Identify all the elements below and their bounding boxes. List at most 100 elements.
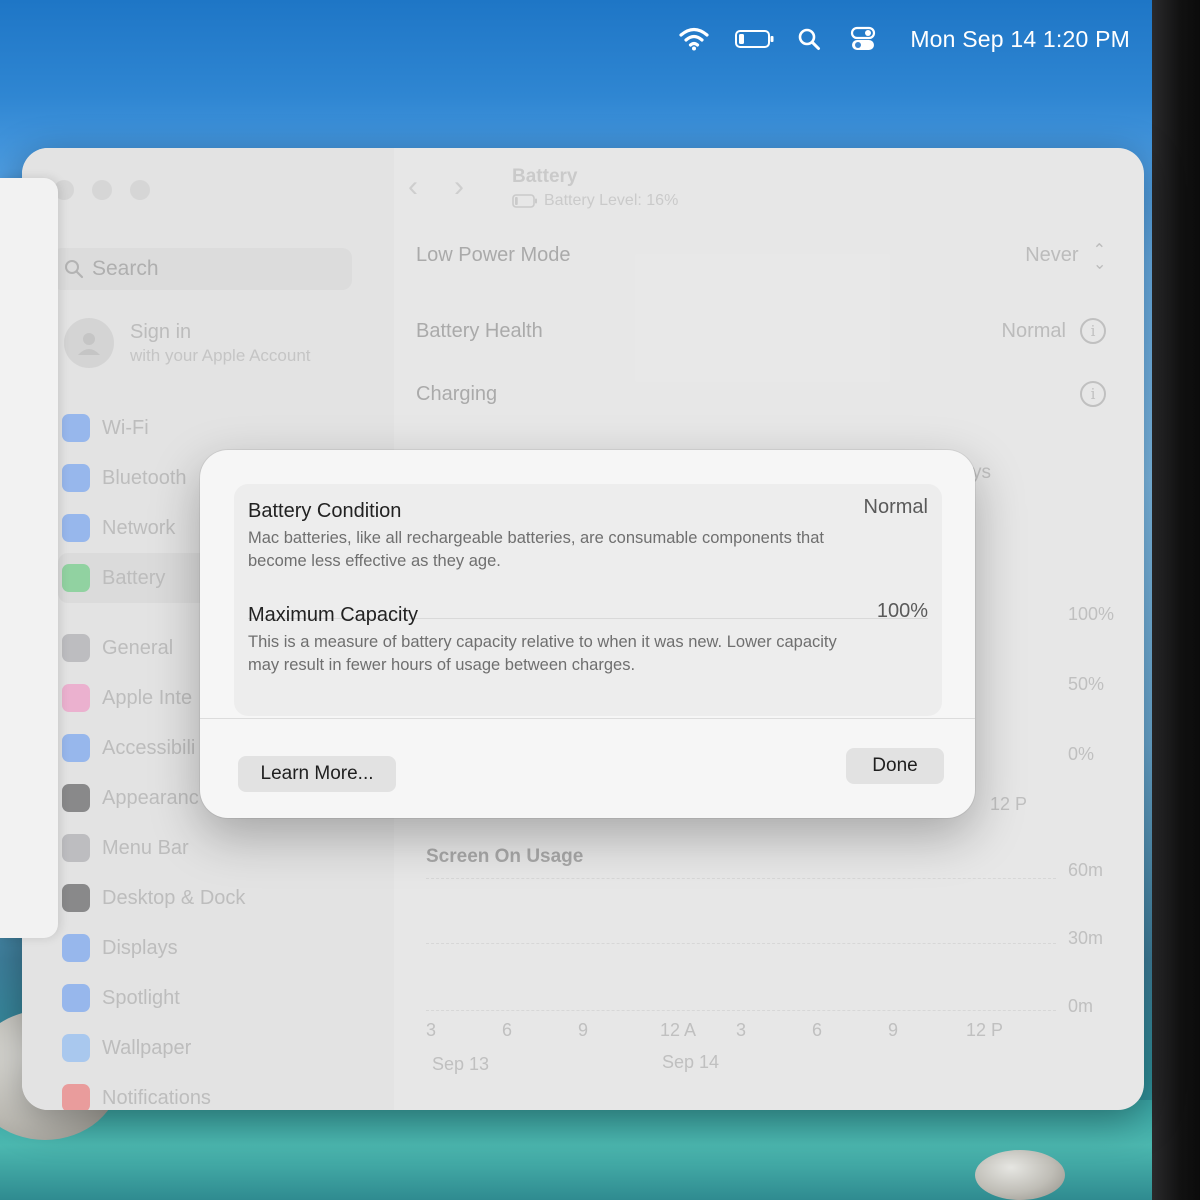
battery-level-text: Battery Level: 16% (544, 192, 679, 209)
pane-title: Battery (512, 166, 578, 187)
bluetooth-icon (62, 464, 90, 492)
sidebar-item-wi-fi[interactable]: Wi-Fi (58, 403, 388, 453)
sidebar-item-wallpaper[interactable]: Wallpaper (58, 1023, 388, 1073)
done-button[interactable]: Done (846, 748, 944, 784)
date-label: Sep 13 (432, 1054, 490, 1074)
x-tick-label: 3 (426, 1020, 437, 1040)
menu-bar: Mon Sep 14 1:20 PM (0, 0, 1160, 78)
x-tick-label: 6 (502, 1020, 513, 1040)
battery-icon[interactable] (732, 19, 778, 59)
sidebar-item-desktop-dock[interactable]: Desktop & Dock (58, 873, 388, 923)
sidebar-item-label: Menu Bar (102, 836, 189, 859)
low-power-mode-value: Never (1025, 244, 1079, 266)
usage-axis-label: 0m (1068, 996, 1094, 1016)
x-tick-label: 3 (736, 1020, 747, 1040)
accessibility-icon (62, 734, 90, 762)
maximum-capacity-label: Maximum Capacity (248, 604, 419, 626)
sidebar-item-label: Notifications (102, 1086, 211, 1109)
battery-details-card: Battery Condition Normal Mac batteries, … (234, 484, 942, 716)
battery-condition-value: Normal (863, 496, 928, 518)
usage-axis-label: 30m (1068, 928, 1104, 948)
sidebar-item-label: Appearanc (102, 786, 199, 809)
low-power-mode-select[interactable]: Never ⌃ ⌃ (1025, 241, 1106, 270)
battery-condition-row: Battery Condition Normal Mac batteries, … (248, 496, 928, 573)
battery-health-label: Battery Health (416, 319, 543, 342)
sidebar-item-notifications[interactable]: Notifications (58, 1073, 388, 1110)
sidebar-item-label: Apple Inte (102, 686, 193, 709)
sidebar-item-label: Accessibili (102, 736, 196, 759)
battery-icon (62, 564, 90, 592)
learn-more-button[interactable]: Learn More... (238, 756, 396, 792)
dock-icon (62, 884, 90, 912)
info-icon[interactable]: i (1080, 381, 1106, 407)
sidebar-item-label: Battery (102, 566, 166, 589)
grid-line (426, 878, 1056, 879)
navigation-arrows: ‹ › (408, 170, 464, 204)
spotlight-icon (62, 984, 90, 1012)
level-axis-label: 0% (1068, 744, 1095, 764)
zoom-button[interactable] (130, 180, 150, 200)
grid-line (426, 943, 1056, 944)
globe-icon (62, 514, 90, 542)
search-icon[interactable] (794, 19, 824, 59)
wifi-icon[interactable] (674, 19, 714, 59)
notifications-icon (62, 1084, 90, 1110)
menu-bar-icon (62, 834, 90, 862)
control-center-icon[interactable] (848, 19, 878, 59)
sun-icon (62, 934, 90, 962)
signin-title: Sign in (130, 320, 192, 343)
low-power-mode-row: Low Power Mode Never ⌃ ⌃ (416, 241, 1106, 270)
sidebar-item-label: Network (102, 516, 176, 539)
sidebar-item-label: Wi-Fi (102, 416, 149, 439)
apple-intelligence-icon (62, 684, 90, 712)
sidebar-item-label: Bluetooth (102, 466, 187, 489)
sidebar-item-label: General (102, 636, 174, 659)
avatar-icon (64, 318, 114, 368)
level-time-label: 12 P (990, 794, 1028, 814)
info-icon[interactable]: i (1080, 318, 1106, 344)
date-label: Sep 14 (662, 1052, 720, 1072)
minimize-button[interactable] (92, 180, 112, 200)
sidebar-item-spotlight[interactable]: Spotlight (58, 973, 388, 1023)
side-panel-edge (0, 178, 58, 938)
menu-bar-clock[interactable]: Mon Sep 14 1:20 PM (910, 26, 1130, 53)
maximum-capacity-description: This is a measure of battery capacity re… (248, 633, 837, 674)
battery-condition-label: Battery Condition (248, 500, 402, 522)
wallpaper-icon (62, 1034, 90, 1062)
appearance-icon (62, 784, 90, 812)
sidebar-item-displays[interactable]: Displays (58, 923, 388, 973)
sidebar-item-label: Displays (102, 936, 178, 959)
maximum-capacity-value: 100% (876, 600, 928, 622)
x-tick-label: 12 A (660, 1020, 697, 1040)
forward-icon[interactable]: › (454, 170, 464, 204)
sidebar-item-label: Desktop & Dock (102, 886, 246, 909)
screen-on-usage-title: Screen On Usage (426, 846, 584, 867)
sidebar-item-menu-bar[interactable]: Menu Bar (58, 823, 388, 873)
battery-health-sheet: Battery Condition Normal Mac batteries, … (200, 450, 975, 818)
search-icon (65, 260, 84, 279)
low-power-mode-label: Low Power Mode (416, 244, 571, 266)
x-tick-label: 9 (578, 1020, 589, 1040)
signin-subtitle: with your Apple Account (130, 345, 311, 365)
battery-health-value: Normal (1001, 319, 1066, 342)
back-icon[interactable]: ‹ (408, 170, 418, 204)
battery-small-icon (512, 194, 537, 208)
apple-account-signin[interactable]: Sign in with your Apple Account (64, 318, 311, 368)
charging-row: Charging i (416, 381, 1106, 407)
usage-axis-label: 60m (1068, 860, 1104, 880)
display-bezel (1152, 0, 1200, 1200)
sidebar-search-field[interactable]: Search (52, 248, 352, 290)
x-tick-label: 9 (888, 1020, 899, 1040)
pane-header: Battery Battery Level: 16% (512, 166, 678, 210)
battery-health-row: Battery Health Normal i (416, 318, 1106, 344)
wifi-icon (62, 414, 90, 442)
sheet-separator (200, 718, 975, 719)
charging-label: Charging (416, 382, 498, 405)
window-controls (54, 180, 150, 200)
battery-condition-description: Mac batteries, like all rechargeable bat… (248, 529, 824, 570)
x-tick-label: 6 (812, 1020, 823, 1040)
chevron-updown-icon: ⌃ ⌃ (1092, 241, 1106, 270)
gear-icon (62, 634, 90, 662)
level-axis-label: 50% (1068, 674, 1105, 694)
battery-level-line: Battery Level: 16% (512, 192, 678, 210)
